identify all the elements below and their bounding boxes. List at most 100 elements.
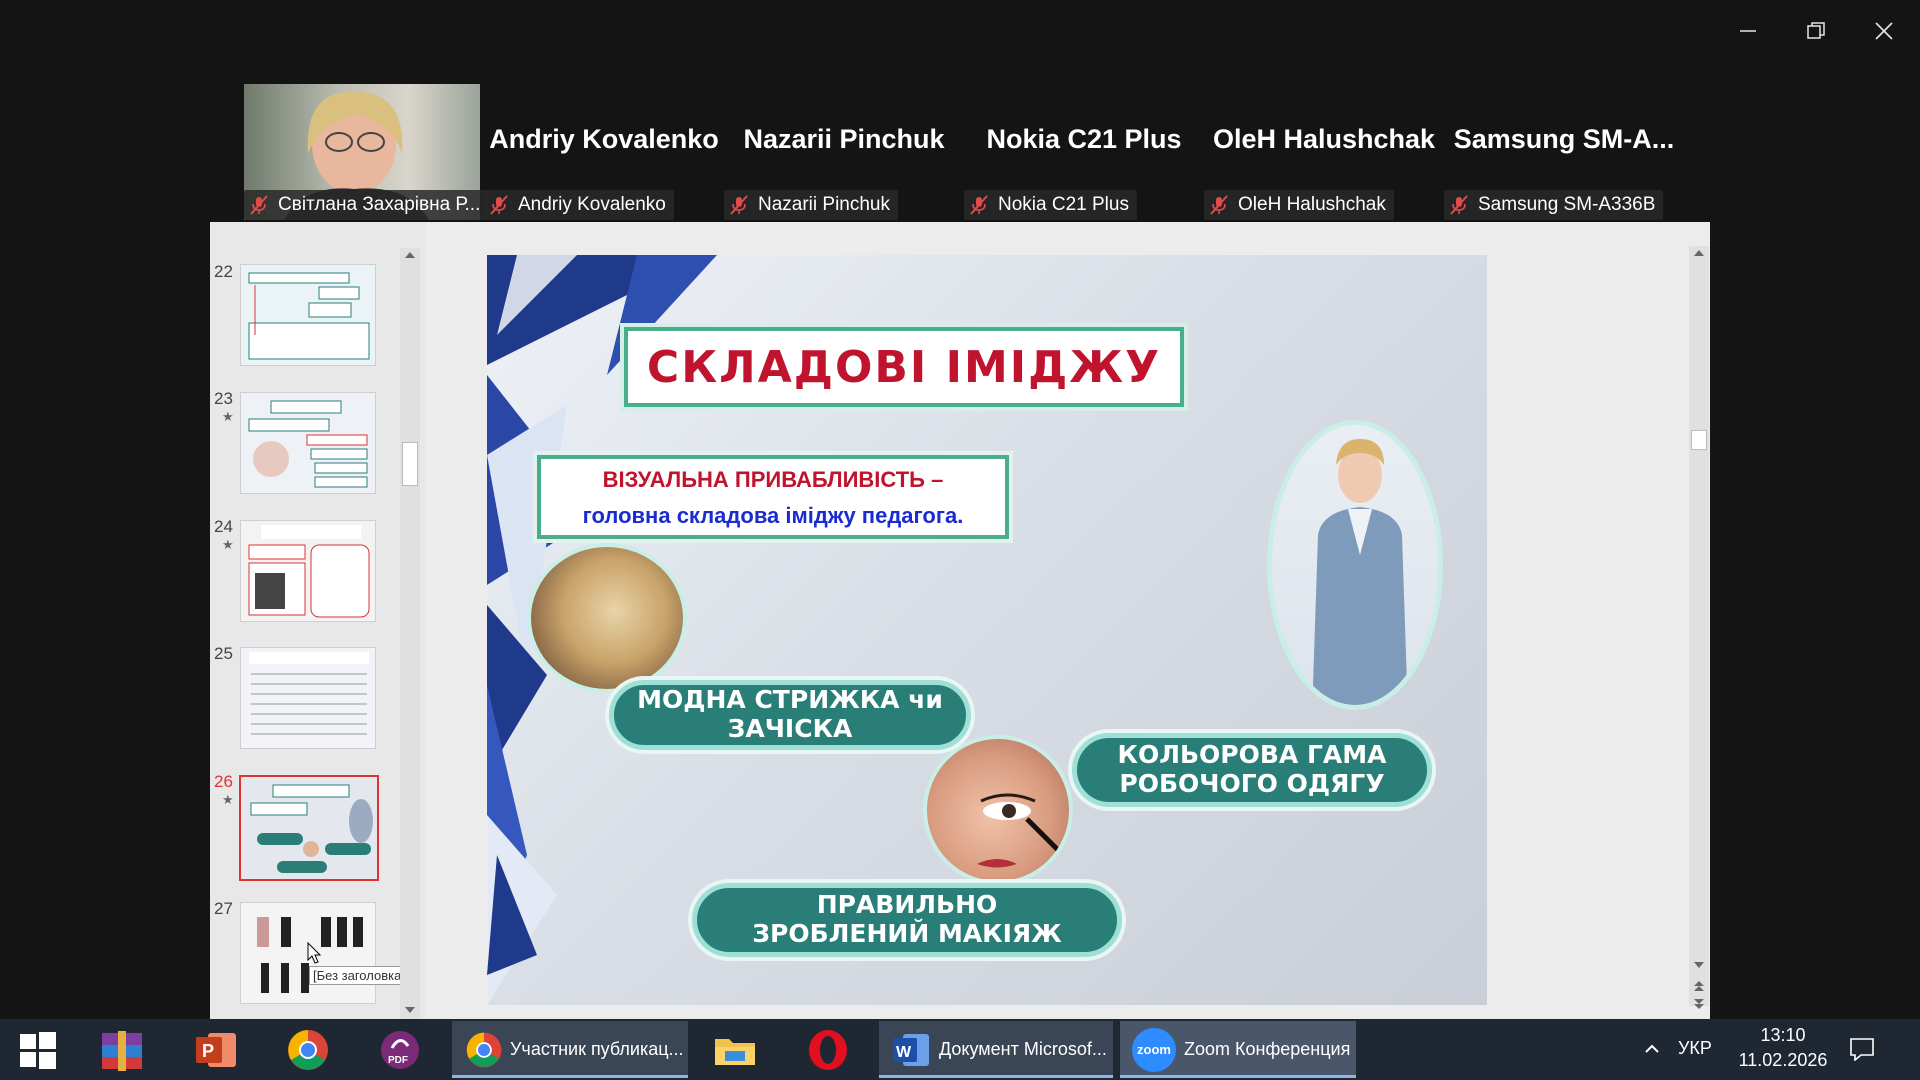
participant-name-label: Nazarii Pinchuk xyxy=(724,190,898,220)
participant-tile-video[interactable]: Світлана Захарівна Р... xyxy=(244,84,489,220)
slide-number: 22 xyxy=(214,262,233,281)
slide-title: СКЛАДОВІ ІМІДЖУ xyxy=(646,341,1162,393)
notification-icon xyxy=(1850,1038,1874,1061)
chevron-up-icon xyxy=(1645,1044,1659,1053)
participant-name-label: Nokia C21 Plus xyxy=(964,190,1137,220)
clock-date: 11.02.2026 xyxy=(1738,1050,1828,1070)
slide-number: 24 xyxy=(214,517,233,536)
slide-subtitle-line2: головна складова іміджу педагога. xyxy=(582,503,964,528)
pdf-app-icon[interactable]: PDF xyxy=(362,1019,438,1080)
muted-mic-icon xyxy=(1210,195,1228,215)
participant-tile[interactable]: Nazarii Pinchuk Nazarii Pinchuk xyxy=(724,84,964,220)
winrar-app-icon[interactable] xyxy=(84,1019,160,1080)
chrome-icon xyxy=(288,1029,328,1070)
clock[interactable]: 13:10 11.02.2026 xyxy=(1728,1025,1838,1071)
svg-text:P: P xyxy=(202,1041,214,1061)
svg-text:W: W xyxy=(896,1044,912,1061)
slide-number: 25 xyxy=(214,644,233,663)
word-icon: W xyxy=(893,1033,929,1066)
canvas-scrollbar-thumb[interactable] xyxy=(1691,430,1707,450)
slide-editor-canvas: СКЛАДОВІ ІМІДЖУ ВІЗУАЛЬНА ПРИВАБЛИВІСТЬ … xyxy=(425,222,1710,1019)
animation-star: ★ xyxy=(222,537,234,552)
slide-subtitle-box: ВІЗУАЛЬНА ПРИВАБЛИВІСТЬ – головна складо… xyxy=(537,455,1009,539)
slide-thumbnail[interactable] xyxy=(240,392,376,494)
notifications-button[interactable] xyxy=(1842,1031,1882,1067)
file-explorer-app-icon[interactable] xyxy=(697,1019,773,1080)
opera-icon xyxy=(809,1029,847,1070)
slide-subtitle-line1: ВІЗУАЛЬНА ПРИВАБЛИВІСТЬ – xyxy=(602,467,944,492)
hair-caption-pill: МОДНА СТРИЖКА чи ЗАЧІСКА xyxy=(609,680,971,750)
pdf-icon: PDF xyxy=(381,1030,419,1069)
thumbnail-scrollbar[interactable] xyxy=(400,248,420,1019)
hair-photo xyxy=(527,543,687,693)
taskbar-zoom-window[interactable]: zoom Zoom Конференция xyxy=(1120,1021,1356,1078)
windows-taskbar: P PDF Участник публикац... W Документ Mi… xyxy=(0,1019,1920,1080)
muted-mic-icon xyxy=(250,195,268,215)
participant-name-label: OleH Halushchak xyxy=(1204,190,1394,220)
participant-display-name: Nokia C21 Plus xyxy=(986,124,1182,154)
muted-mic-icon xyxy=(970,195,988,215)
makeup-caption-pill: ПРАВИЛЬНО ЗРОБЛЕНИЙ МАКІЯЖ xyxy=(692,883,1122,957)
slide-title-box: СКЛАДОВІ ІМІДЖУ xyxy=(624,327,1184,407)
participant-name-label: Andriy Kovalenko xyxy=(484,190,674,220)
folder-icon xyxy=(715,1038,755,1065)
restore-icon xyxy=(1807,22,1825,39)
taskbar-chrome-window[interactable]: Участник публикац... xyxy=(452,1021,688,1078)
previous-slide-icon[interactable] xyxy=(1693,980,1705,992)
muted-mic-icon xyxy=(730,195,748,215)
muted-mic-icon xyxy=(1450,195,1468,215)
participant-display-name: OleH Halushchak xyxy=(1212,124,1436,154)
chrome-app-icon[interactable] xyxy=(270,1019,346,1080)
start-button[interactable] xyxy=(0,1019,76,1080)
clock-time: 13:10 xyxy=(1760,1025,1806,1045)
mouse-cursor-icon xyxy=(307,942,321,964)
animation-star: ★ xyxy=(222,792,234,807)
slide-thumbnail[interactable] xyxy=(240,520,376,622)
participant-tile[interactable]: OleH Halushchak OleH Halushchak xyxy=(1204,84,1444,220)
powerpoint-app-icon[interactable]: P xyxy=(178,1019,254,1080)
close-window-button[interactable] xyxy=(1850,0,1918,62)
participant-display-name: Andriy Kovalenko xyxy=(489,124,719,154)
slide-thumbnail[interactable] xyxy=(240,647,376,749)
opera-app-icon[interactable] xyxy=(790,1019,866,1080)
language-indicator[interactable]: УКР xyxy=(1678,1038,1712,1059)
woman-suit-photo xyxy=(1267,420,1443,710)
slide-number: 23 xyxy=(214,389,233,408)
participant-name-label: Світлана Захарівна Р... xyxy=(244,190,489,220)
participant-tile[interactable]: Andriy Kovalenko Andriy Kovalenko xyxy=(484,84,724,220)
show-hidden-icons-button[interactable] xyxy=(1640,1037,1664,1061)
svg-text:PDF: PDF xyxy=(388,1055,408,1066)
zoom-logo-icon: zoom xyxy=(1132,1027,1176,1072)
restore-button[interactable] xyxy=(1782,0,1850,62)
participant-tile[interactable]: Nokia C21 Plus Nokia C21 Plus xyxy=(964,84,1204,220)
shared-screen-powerpoint: 22 23 ★ 24 ★ 25 26 ★ 27 [Без заголовка] … xyxy=(210,222,1710,1019)
next-slide-icon[interactable] xyxy=(1693,998,1705,1010)
thumbnail-scrollbar-thumb[interactable] xyxy=(402,442,418,486)
slide-thumbnail-selected[interactable] xyxy=(239,775,379,881)
participant-name-label: Samsung SM-A336B xyxy=(1444,190,1664,220)
chrome-icon xyxy=(466,1032,502,1067)
minimize-icon xyxy=(1740,30,1756,32)
slide-number: 27 xyxy=(214,899,233,918)
participant-tile[interactable]: Samsung SM-A... Samsung SM-A336B xyxy=(1444,84,1684,220)
taskbar-word-window[interactable]: W Документ Microsof... xyxy=(879,1021,1113,1078)
minimize-button[interactable] xyxy=(1714,0,1782,62)
participant-display-name: Samsung SM-A... xyxy=(1453,124,1675,154)
thumbnail-tooltip: [Без заголовка] xyxy=(309,966,409,985)
makeup-photo xyxy=(923,735,1073,885)
close-icon xyxy=(1875,22,1893,40)
slide-thumbnail[interactable] xyxy=(240,264,376,366)
scroll-up-icon xyxy=(405,252,415,258)
powerpoint-icon: P xyxy=(196,1032,236,1067)
windows-logo-icon xyxy=(20,1031,56,1069)
muted-mic-icon xyxy=(490,195,508,215)
scroll-down-icon xyxy=(405,1007,415,1013)
slide-number-selected: 26 xyxy=(214,772,233,791)
canvas-scrollbar[interactable] xyxy=(1689,246,1709,1009)
slide: СКЛАДОВІ ІМІДЖУ ВІЗУАЛЬНА ПРИВАБЛИВІСТЬ … xyxy=(487,255,1487,1005)
clothes-color-caption-pill: КОЛЬОРОВА ГАМА РОБОЧОГО ОДЯГУ xyxy=(1072,733,1432,807)
scroll-up-icon xyxy=(1694,250,1704,256)
animation-star: ★ xyxy=(222,409,234,424)
scroll-down-icon xyxy=(1694,962,1704,968)
participant-display-name: Nazarii Pinchuk xyxy=(743,124,945,154)
